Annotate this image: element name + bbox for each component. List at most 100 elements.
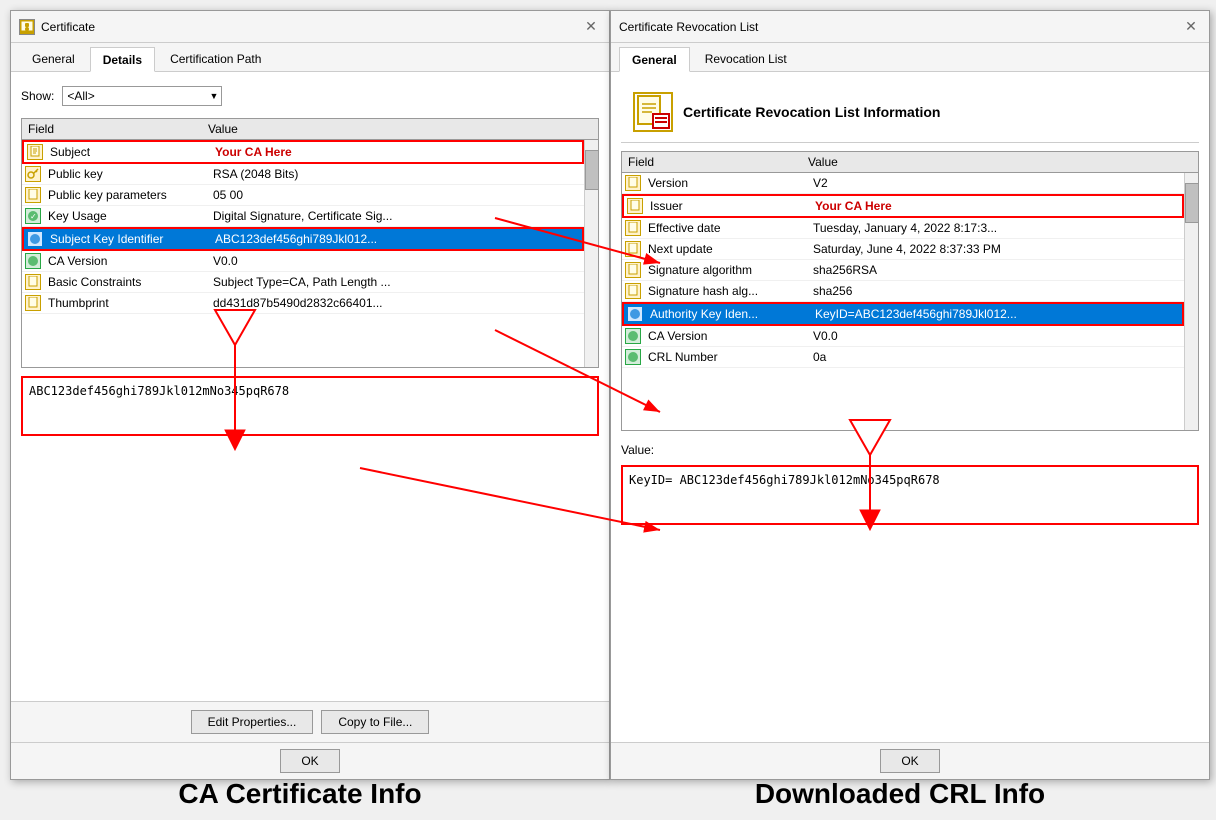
field-name: Thumbprint [44,296,209,310]
crl-close-button[interactable]: ✕ [1181,17,1201,37]
table-row[interactable]: Subject Your CA Here [22,140,584,164]
table-row[interactable]: Basic Constraints Subject Type=CA, Path … [22,272,584,293]
cert-field-table: Field Value Subject Your CA Here [21,118,599,368]
cert-value-box: ABC123def456ghi789Jkl012mNo345pqR678 [21,376,599,436]
row-icon [622,283,644,299]
crl-info-header: Certificate Revocation List Information [621,82,1199,143]
row-icon [24,144,46,160]
field-name: CA Version [644,329,809,343]
row-icon [22,274,44,290]
cert-close-button[interactable]: ✕ [581,17,601,37]
field-name: Next update [644,242,809,256]
cert-spacer [21,444,599,691]
field-name: Basic Constraints [44,275,209,289]
cert-icon [19,19,35,35]
table-row[interactable]: CA Version V0.0 [22,251,584,272]
cert-titlebar: Certificate ✕ [11,11,609,43]
show-row: Show: <All> [21,82,599,110]
table-row[interactable]: CRL Number 0a [622,347,1184,368]
key-icon [25,166,41,182]
field-name: Public key parameters [44,188,209,202]
tab-general[interactable]: General [19,47,88,71]
table-row[interactable]: Effective date Tuesday, January 4, 2022 … [622,218,1184,239]
field-name: Subject Key Identifier [46,232,211,246]
field-name: Signature algorithm [644,263,809,277]
table-row[interactable]: Authority Key Iden... KeyID=ABC123def456… [622,302,1184,326]
cert-title: Certificate [19,19,95,35]
table-row[interactable]: Version V2 [622,173,1184,194]
table-row[interactable]: Subject Key Identifier ABC123def456ghi78… [22,227,584,251]
crl-value-box: KeyID= ABC123def456ghi789Jkl012mNo345pqR… [621,465,1199,525]
edit-properties-button[interactable]: Edit Properties... [191,710,314,734]
row-icon [622,220,644,236]
crl-window: Certificate Revocation List ✕ General Re… [610,10,1210,780]
crl-tabs: General Revocation List [611,43,1209,72]
tab-crl-general[interactable]: General [619,47,690,72]
row-icon [22,295,44,311]
cert-scrollbar[interactable] [584,140,598,367]
field-value: dd431d87b5490d2832c66401... [209,296,584,310]
cert-ok-row: OK [11,742,609,779]
field-name: Public key [44,167,209,181]
table-row[interactable]: CA Version V0.0 [622,326,1184,347]
row-icon [24,231,46,247]
crl-field-col-header: Field [628,155,808,169]
row-icon: ✓ [22,208,44,224]
field-name: Issuer [646,199,811,213]
field-name: Effective date [644,221,809,235]
table-row[interactable]: Issuer Your CA Here [622,194,1184,218]
field-name: Authority Key Iden... [646,307,811,321]
crl-scrollbar-thumb[interactable] [1185,183,1198,223]
crl-info-title: Certificate Revocation List Information [683,104,940,120]
table-row[interactable]: Signature algorithm sha256RSA [622,260,1184,281]
field-name: CA Version [44,254,209,268]
cert-table-row-area: Subject Your CA Here Public key RSA (204… [22,140,598,367]
cert-scrollbar-thumb[interactable] [585,150,598,190]
doc-icon [625,175,641,191]
table-row[interactable]: Next update Saturday, June 4, 2022 8:37:… [622,239,1184,260]
crl-spacer [621,533,1199,732]
table-row[interactable]: Public key RSA (2048 Bits) [22,164,584,185]
field-name: Key Usage [44,209,209,223]
cert-content: Show: <All> Field Value [11,72,609,701]
field-value: Subject Type=CA, Path Length ... [209,275,584,289]
row-icon [624,198,646,214]
show-select[interactable]: <All> [62,86,222,106]
field-value: ABC123def456ghi789Jkl012... [211,232,582,246]
crl-content: Certificate Revocation List Information … [611,72,1209,742]
table-row[interactable]: Signature hash alg... sha256 [622,281,1184,302]
field-name: Version [644,176,809,190]
crl-ok-row: OK [611,742,1209,779]
copy-to-file-button[interactable]: Copy to File... [321,710,429,734]
field-value: V2 [809,176,1184,190]
crl-field-table: Field Value Version V2 [621,151,1199,431]
cert-footer: Edit Properties... Copy to File... [11,701,609,742]
field-value: sha256RSA [809,263,1184,277]
doc-icon [25,295,41,311]
tab-certification-path[interactable]: Certification Path [157,47,274,71]
field-value: Tuesday, January 4, 2022 8:17:3... [809,221,1184,235]
doc-icon [25,187,41,203]
doc-icon [27,144,43,160]
crl-value-label: Value: [621,443,1199,457]
table-row[interactable]: ✓ Key Usage Digital Signature, Certifica… [22,206,584,227]
crl-table-row-area: Version V2 Issuer Your CA Here [622,173,1198,430]
doc-icon [625,220,641,236]
table-row[interactable]: Public key parameters 05 00 [22,185,584,206]
tab-details[interactable]: Details [90,47,155,72]
crl-scrollbar[interactable] [1184,173,1198,430]
field-value: 05 00 [209,188,584,202]
show-label: Show: [21,89,54,103]
tab-revocation-list[interactable]: Revocation List [692,47,800,71]
crl-ok-button[interactable]: OK [880,749,940,773]
field-value: V0.0 [209,254,584,268]
table-row[interactable]: Thumbprint dd431d87b5490d2832c66401... [22,293,584,314]
row-icon [624,306,646,322]
green-icon [625,328,641,344]
crl-cert-icon [633,92,673,132]
green-icon [625,349,641,365]
field-value: Digital Signature, Certificate Sig... [209,209,584,223]
field-value: Your CA Here [211,145,582,159]
cert-ok-button[interactable]: OK [280,749,340,773]
cert-value-col-header: Value [208,122,592,136]
